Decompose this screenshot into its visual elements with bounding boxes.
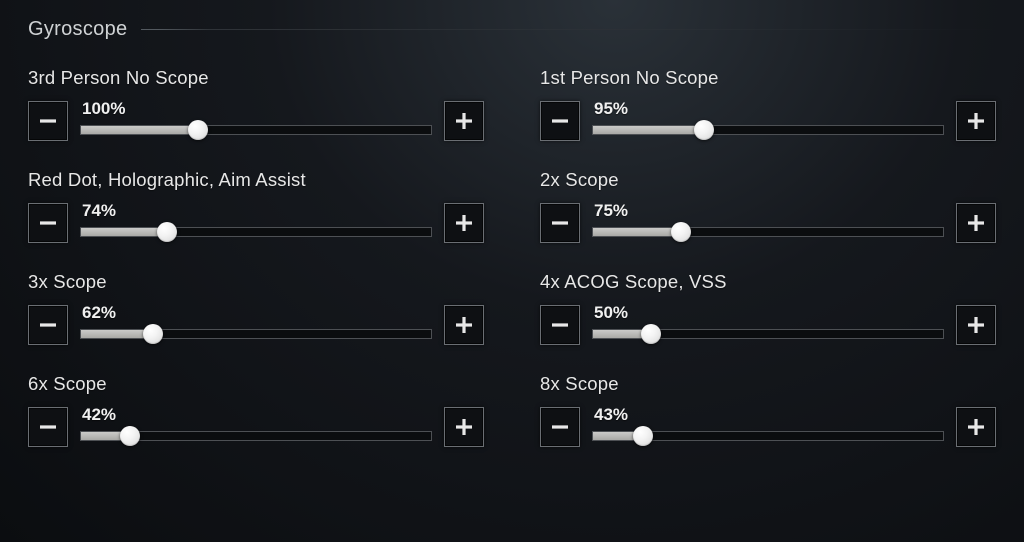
setting-label: 3x Scope <box>28 271 484 293</box>
minus-icon <box>550 111 570 131</box>
slider-fill <box>81 228 167 236</box>
setting-scope-3x: 3x Scope 62% <box>28 271 484 345</box>
minus-icon <box>38 213 58 233</box>
setting-scope-8x: 8x Scope 43% <box>540 373 996 447</box>
slider-value: 100% <box>80 99 432 119</box>
decrement-button[interactable] <box>28 203 68 243</box>
slider-track[interactable] <box>592 431 944 441</box>
slider-value: 50% <box>592 303 944 323</box>
plus-icon <box>966 111 986 131</box>
minus-icon <box>38 315 58 335</box>
minus-icon <box>38 417 58 437</box>
slider-fill <box>593 126 704 134</box>
increment-button[interactable] <box>956 101 996 141</box>
increment-button[interactable] <box>956 407 996 447</box>
slider-control: 95% <box>540 99 996 141</box>
slider-value: 75% <box>592 201 944 221</box>
decrement-button[interactable] <box>540 407 580 447</box>
setting-scope-2x: 2x Scope 75% <box>540 169 996 243</box>
minus-icon <box>38 111 58 131</box>
setting-tpp-no-scope: 3rd Person No Scope 100% <box>28 67 484 141</box>
slider-value: 74% <box>80 201 432 221</box>
plus-icon <box>454 213 474 233</box>
section-title: Gyroscope <box>28 18 127 41</box>
slider-thumb[interactable] <box>633 426 653 446</box>
slider-thumb[interactable] <box>188 120 208 140</box>
slider-track[interactable] <box>80 227 432 237</box>
slider-thumb[interactable] <box>157 222 177 242</box>
slider-thumb[interactable] <box>641 324 661 344</box>
decrement-button[interactable] <box>28 407 68 447</box>
decrement-button[interactable] <box>28 305 68 345</box>
slider-track[interactable] <box>592 125 944 135</box>
plus-icon <box>966 417 986 437</box>
slider-control: 42% <box>28 405 484 447</box>
setting-label: 3rd Person No Scope <box>28 67 484 89</box>
plus-icon <box>966 315 986 335</box>
slider-thumb[interactable] <box>671 222 691 242</box>
slider-thumb[interactable] <box>143 324 163 344</box>
slider-fill <box>593 228 681 236</box>
slider-control: 62% <box>28 303 484 345</box>
setting-fpp-no-scope: 1st Person No Scope 95% <box>540 67 996 141</box>
decrement-button[interactable] <box>540 101 580 141</box>
plus-icon <box>454 111 474 131</box>
slider-value: 62% <box>80 303 432 323</box>
setting-label: 1st Person No Scope <box>540 67 996 89</box>
slider-track[interactable] <box>80 329 432 339</box>
plus-icon <box>454 417 474 437</box>
slider-track[interactable] <box>80 431 432 441</box>
increment-button[interactable] <box>956 203 996 243</box>
slider-track[interactable] <box>592 227 944 237</box>
setting-label: 2x Scope <box>540 169 996 191</box>
divider <box>141 29 996 30</box>
decrement-button[interactable] <box>540 203 580 243</box>
setting-reddot-holo: Red Dot, Holographic, Aim Assist 74% <box>28 169 484 243</box>
slider-control: 100% <box>28 99 484 141</box>
section-header: Gyroscope <box>28 18 996 41</box>
plus-icon <box>966 213 986 233</box>
increment-button[interactable] <box>444 407 484 447</box>
plus-icon <box>454 315 474 335</box>
setting-label: Red Dot, Holographic, Aim Assist <box>28 169 484 191</box>
decrement-button[interactable] <box>28 101 68 141</box>
increment-button[interactable] <box>956 305 996 345</box>
decrement-button[interactable] <box>540 305 580 345</box>
increment-button[interactable] <box>444 305 484 345</box>
minus-icon <box>550 417 570 437</box>
minus-icon <box>550 213 570 233</box>
slider-fill <box>81 126 198 134</box>
setting-label: 4x ACOG Scope, VSS <box>540 271 996 293</box>
setting-label: 8x Scope <box>540 373 996 395</box>
slider-thumb[interactable] <box>694 120 714 140</box>
slider-thumb[interactable] <box>120 426 140 446</box>
slider-value: 43% <box>592 405 944 425</box>
slider-track[interactable] <box>80 125 432 135</box>
slider-track[interactable] <box>592 329 944 339</box>
increment-button[interactable] <box>444 101 484 141</box>
increment-button[interactable] <box>444 203 484 243</box>
slider-control: 50% <box>540 303 996 345</box>
slider-control: 75% <box>540 201 996 243</box>
slider-control: 74% <box>28 201 484 243</box>
minus-icon <box>550 315 570 335</box>
setting-scope-4x-vss: 4x ACOG Scope, VSS 50% <box>540 271 996 345</box>
slider-value: 42% <box>80 405 432 425</box>
setting-label: 6x Scope <box>28 373 484 395</box>
slider-control: 43% <box>540 405 996 447</box>
setting-scope-6x: 6x Scope 42% <box>28 373 484 447</box>
gyroscope-settings-panel: Gyroscope 3rd Person No Scope 100% 1st Per… <box>0 0 1024 447</box>
slider-value: 95% <box>592 99 944 119</box>
